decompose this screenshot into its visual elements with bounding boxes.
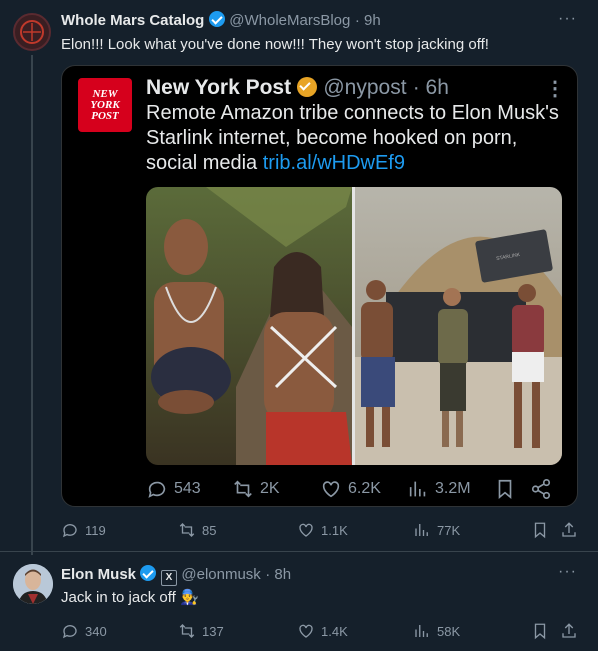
quoted-more-icon[interactable]: ⋮ bbox=[545, 76, 565, 101]
views-icon bbox=[415, 524, 428, 536]
views-icon bbox=[415, 625, 428, 637]
bookmark-button[interactable] bbox=[531, 622, 549, 640]
quoted-bookmark-button[interactable] bbox=[494, 478, 516, 500]
author-handle[interactable]: @WholeMarsBlog bbox=[229, 12, 350, 29]
avatar-elon-musk[interactable] bbox=[13, 564, 53, 604]
quoted-header: New York Post @nypost · 6h bbox=[146, 74, 449, 100]
quoted-tweet-card[interactable]: NEW YORK POST New York Post @nypost · 6h… bbox=[61, 65, 578, 507]
views-icon bbox=[409, 481, 426, 497]
quoted-share-button[interactable] bbox=[530, 478, 552, 500]
retweet-button[interactable]: 137 bbox=[178, 622, 224, 640]
nypost-avatar[interactable]: NEW YORK POST bbox=[78, 78, 132, 132]
quoted-author-name[interactable]: New York Post bbox=[146, 76, 291, 99]
views-count: 77K bbox=[437, 522, 461, 538]
share-icon bbox=[562, 522, 576, 537]
share-nodes-icon bbox=[531, 479, 551, 499]
tweet-header: Elon Musk X @elonmusk · 8h bbox=[61, 565, 291, 586]
share-button[interactable] bbox=[560, 521, 578, 539]
retweet-icon bbox=[179, 624, 195, 638]
share-icon bbox=[562, 623, 576, 638]
views-button[interactable]: 77K bbox=[413, 521, 460, 539]
reply-button[interactable]: 340 bbox=[61, 622, 107, 640]
tweet-header: Whole Mars Catalog @WholeMarsBlog · 9h bbox=[61, 11, 381, 30]
quoted-retweet-count: 2K bbox=[260, 480, 280, 497]
thread-line bbox=[31, 55, 33, 555]
share-button[interactable] bbox=[560, 622, 578, 640]
quoted-time[interactable]: · 6h bbox=[413, 76, 449, 99]
more-options-button[interactable]: ··· bbox=[558, 563, 577, 581]
reply-icon bbox=[148, 481, 166, 498]
quoted-reply-button[interactable]: 543 bbox=[146, 478, 201, 500]
quoted-like-button[interactable]: 6.2K bbox=[320, 478, 381, 500]
like-count: 1.1K bbox=[321, 522, 348, 538]
views-count: 58K bbox=[437, 623, 461, 639]
quoted-views-button[interactable]: 3.2M bbox=[407, 478, 471, 500]
quoted-reply-count: 543 bbox=[174, 480, 201, 497]
nypost-logo-text: NEW YORK POST bbox=[90, 87, 120, 122]
bookmark-icon bbox=[534, 522, 546, 539]
heart-icon bbox=[299, 523, 313, 537]
tribe-photo: STARLINK bbox=[146, 187, 562, 465]
reply-count: 119 bbox=[85, 522, 106, 538]
heart-icon bbox=[322, 481, 340, 498]
quoted-handle[interactable]: @nypost bbox=[323, 76, 406, 99]
bookmark-icon bbox=[498, 479, 512, 500]
tweet-text: Elon!!! Look what you've done now!!! The… bbox=[61, 36, 489, 53]
reply-count: 340 bbox=[85, 623, 107, 639]
verified-badge-icon bbox=[140, 565, 157, 581]
retweet-count: 85 bbox=[202, 522, 217, 538]
bookmark-button[interactable] bbox=[531, 521, 549, 539]
tweet-time[interactable]: · 8h bbox=[265, 566, 291, 583]
views-button[interactable]: 58K bbox=[413, 622, 460, 640]
like-button[interactable]: 1.1K bbox=[297, 521, 348, 539]
retweet-count: 137 bbox=[202, 623, 224, 639]
retweet-icon bbox=[179, 523, 195, 537]
like-count: 1.4K bbox=[321, 623, 348, 639]
retweet-button[interactable]: 85 bbox=[178, 521, 216, 539]
author-handle[interactable]: @elonmusk bbox=[181, 566, 260, 583]
verified-badge-icon bbox=[208, 11, 225, 27]
quoted-like-count: 6.2K bbox=[348, 480, 381, 497]
quoted-views-count: 3.2M bbox=[435, 480, 471, 497]
mars-logo-icon bbox=[20, 20, 44, 44]
avatar-whole-mars[interactable] bbox=[13, 13, 51, 51]
retweet-icon bbox=[234, 480, 252, 498]
author-name[interactable]: Whole Mars Catalog bbox=[61, 12, 204, 29]
reply-button[interactable]: 119 bbox=[61, 521, 106, 539]
quoted-link[interactable]: trib.al/wHDwEf9 bbox=[263, 152, 405, 174]
reply-icon bbox=[62, 625, 77, 639]
tweet-text: Jack in to jack off 👨‍🔧 bbox=[61, 589, 199, 606]
heart-icon bbox=[299, 624, 313, 638]
divider bbox=[0, 551, 598, 552]
reply-icon bbox=[62, 524, 77, 538]
quoted-text: Remote Amazon tribe connects to Elon Mus… bbox=[146, 101, 566, 176]
author-name[interactable]: Elon Musk bbox=[61, 566, 136, 583]
x-affiliation-icon: X bbox=[160, 570, 177, 586]
avatar-photo bbox=[13, 564, 53, 604]
like-button[interactable]: 1.4K bbox=[297, 622, 348, 640]
tweet-time[interactable]: · 9h bbox=[355, 12, 381, 29]
quoted-retweet-button[interactable]: 2K bbox=[232, 478, 280, 500]
more-options-button[interactable]: ··· bbox=[558, 10, 577, 28]
gold-verified-badge-icon bbox=[297, 77, 318, 97]
bookmark-icon bbox=[534, 623, 546, 640]
quoted-image[interactable]: STARLINK bbox=[146, 187, 562, 465]
